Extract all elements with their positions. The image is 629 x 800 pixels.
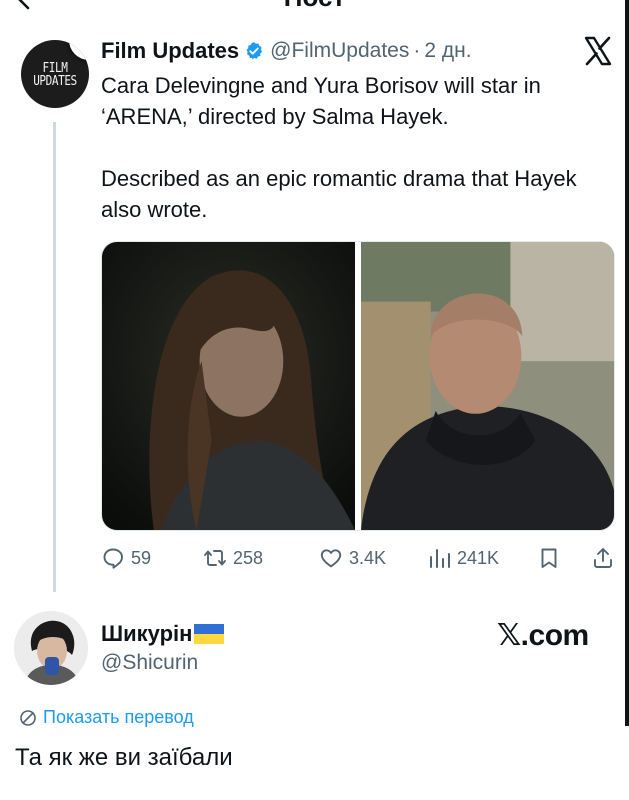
bookmark-button[interactable] <box>537 543 561 573</box>
translate-link[interactable]: Показать перевод <box>19 707 194 728</box>
share-button[interactable] <box>591 543 615 573</box>
views-button[interactable]: 241K <box>427 543 499 573</box>
action-bar: 59 258 3.4K 241K <box>101 543 616 573</box>
quote-text: Та як же ви заїбали <box>15 744 233 771</box>
views-count: 241K <box>457 547 500 568</box>
author-handle[interactable]: @Shicurin <box>101 651 198 675</box>
share-icon <box>594 548 612 568</box>
repost-icon <box>204 550 226 566</box>
quote-author: Шикурін <box>101 619 225 649</box>
page-title: Пост <box>0 0 629 13</box>
xcom-watermark: 𝕏.com <box>497 619 589 652</box>
author-handle[interactable]: @FilmUpdates <box>270 39 409 63</box>
avatar[interactable] <box>14 611 88 685</box>
verified-badge-icon <box>246 42 263 60</box>
reply-icon <box>103 548 123 569</box>
media-photo-1[interactable] <box>102 242 355 530</box>
avatar-logo-text: FILM UPDATES <box>33 61 77 89</box>
views-chart-icon <box>430 549 450 568</box>
bookmark-icon <box>541 548 557 568</box>
post-header: Film Updates @FilmUpdates · 2 дн. <box>101 36 472 66</box>
x-logo-icon[interactable] <box>583 36 613 66</box>
post-paragraph: Described as an epic romantic drama that… <box>101 166 577 222</box>
thread-line <box>53 122 56 592</box>
post-text: Cara Delevingne and Yura Borisov will st… <box>101 70 611 225</box>
author-name[interactable]: Шикурін <box>101 621 192 647</box>
sticker-peel <box>69 40 89 60</box>
like-button[interactable]: 3.4K <box>319 543 386 573</box>
reply-button[interactable]: 59 <box>101 543 151 573</box>
post-paragraph: Cara Delevingne and Yura Borisov will st… <box>101 73 541 129</box>
repost-count: 258 <box>233 547 264 568</box>
author-name[interactable]: Film Updates <box>101 38 239 64</box>
post-timestamp[interactable]: 2 дн. <box>424 39 471 63</box>
repost-button[interactable]: 258 <box>203 543 263 573</box>
like-count: 3.4K <box>349 547 387 568</box>
top-bar: Пост <box>0 0 629 14</box>
media-photo-2[interactable] <box>361 242 614 530</box>
heart-icon <box>320 549 342 568</box>
ukraine-flag-icon <box>194 624 225 644</box>
translate-icon <box>20 709 36 726</box>
separator-dot: · <box>413 39 421 62</box>
translate-label: Показать перевод <box>43 707 194 727</box>
divider <box>625 0 629 726</box>
reply-count: 59 <box>131 547 152 568</box>
avatar[interactable]: FILM UPDATES <box>21 40 89 108</box>
media-grid <box>101 241 615 531</box>
